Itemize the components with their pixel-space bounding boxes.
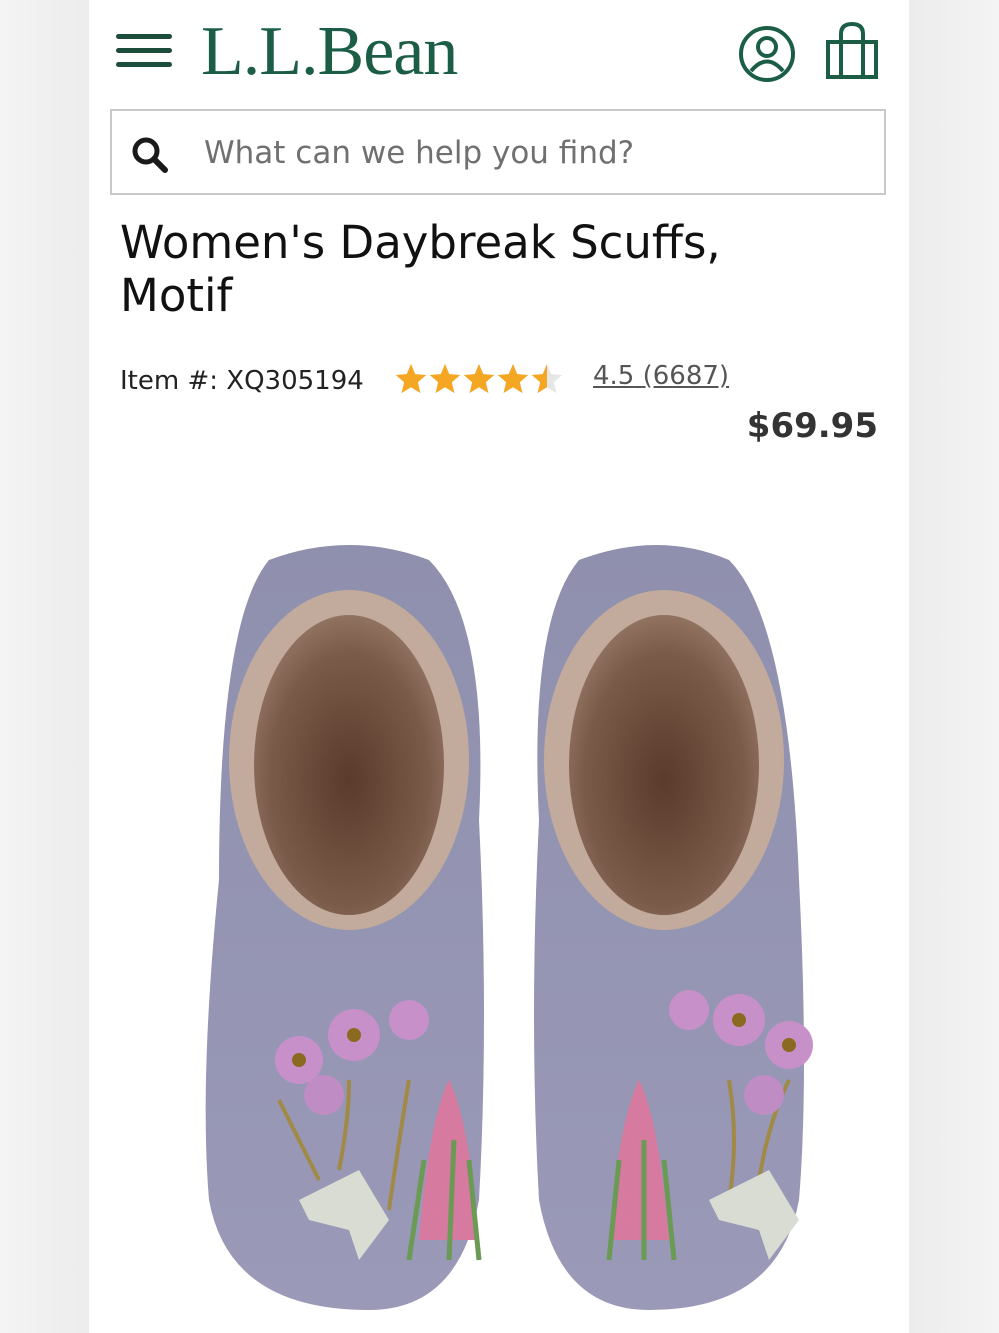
left-margin — [0, 0, 89, 1333]
product-price: $69.95 — [746, 406, 878, 446]
hamburger-menu-icon[interactable] — [116, 30, 174, 74]
product-page: L.L.Bean Women's Daybreak Scuffs, Motif … — [89, 0, 909, 1333]
shopping-bag-icon[interactable] — [823, 20, 881, 82]
star-rating[interactable] — [394, 362, 566, 396]
site-logo[interactable]: L.L.Bean — [201, 12, 458, 92]
search-icon — [131, 136, 169, 174]
rating-reviews-link[interactable]: 4.5 (6687) — [593, 361, 729, 391]
search-input[interactable] — [204, 131, 864, 175]
item-number: Item #: XQ305194 — [120, 366, 364, 396]
product-image[interactable] — [149, 520, 849, 1320]
account-icon[interactable] — [737, 24, 797, 84]
search-bar[interactable] — [110, 109, 886, 195]
review-count[interactable]: (6687) — [643, 361, 729, 391]
right-margin — [909, 0, 999, 1333]
star-filled — [497, 364, 529, 393]
product-title: Women's Daybreak Scuffs, Motif — [120, 216, 721, 322]
star-filled — [395, 364, 427, 393]
star-filled — [463, 364, 495, 393]
star-filled — [429, 364, 461, 393]
rating-value[interactable]: 4.5 — [593, 361, 634, 391]
